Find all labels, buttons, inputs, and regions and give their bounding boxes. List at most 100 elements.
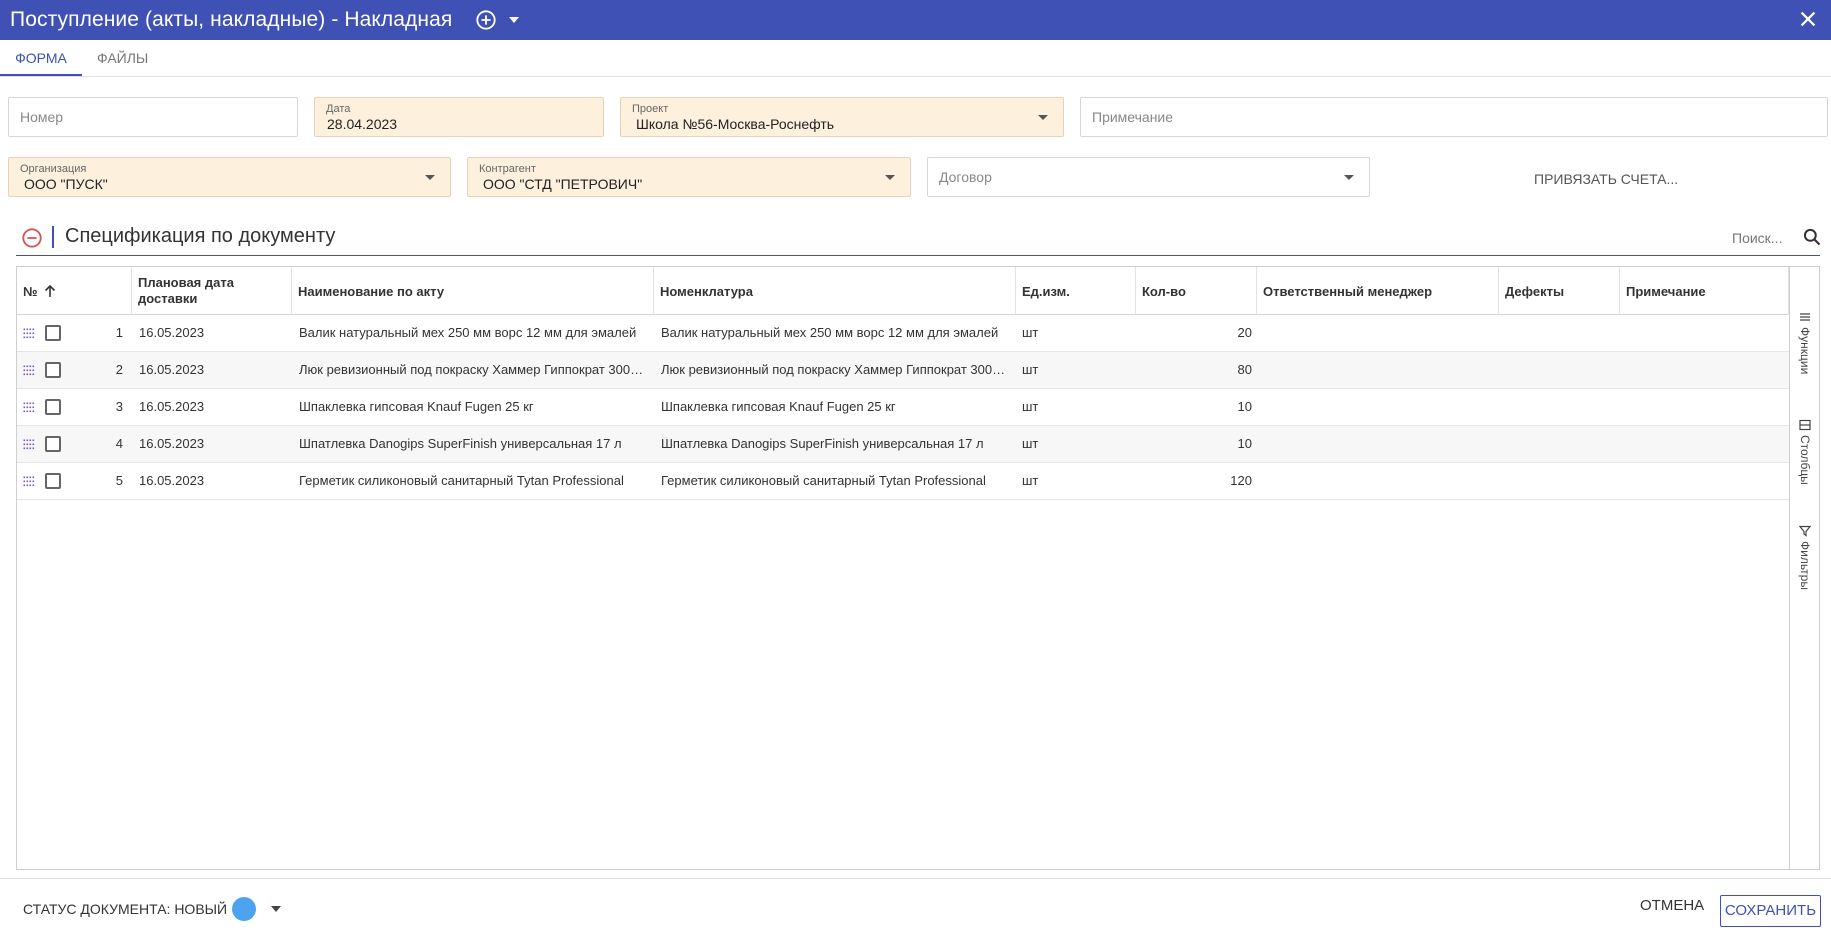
cell-note[interactable] [1626,463,1786,499]
minus-circle-icon[interactable] [21,227,43,249]
tab-form[interactable]: ФОРМА [0,40,82,76]
chevron-down-icon[interactable] [271,906,282,912]
chevron-down-icon[interactable] [885,175,895,180]
cell-manager[interactable] [1263,352,1493,388]
cell-note[interactable] [1626,315,1786,351]
chevron-down-icon[interactable] [1344,175,1354,180]
column-unit[interactable]: Ед.изм. [1016,267,1136,315]
bind-invoices-button[interactable]: ПРИВЯЗАТЬ СЧЕТА... [1534,171,1678,187]
column-unit-label: Ед.изм. [1022,283,1070,299]
cell-act-name[interactable]: Герметик силиконовый санитарный Tytan Pr… [299,463,649,499]
column-act-name[interactable]: Наименование по акту [292,267,654,315]
cell-nomenclature[interactable]: Валик натуральный мех 250 мм ворс 12 мм … [661,315,1011,351]
search-icon[interactable] [1802,227,1822,247]
cell-unit[interactable]: шт [1022,389,1132,425]
cancel-button[interactable]: ОТМЕНА [1640,897,1704,914]
column-qty[interactable]: Кол-во [1136,267,1257,315]
cell-qty[interactable]: 120 [1142,463,1252,499]
cell-manager[interactable] [1263,389,1493,425]
row-checkbox[interactable] [45,362,61,378]
table-row[interactable]: 3 16.05.2023 Шпаклевка гипсовая Knauf Fuge… [17,389,1789,426]
column-date[interactable]: Плановая дата доставки [132,267,292,315]
cell-defects[interactable] [1505,315,1615,351]
column-nomenclature[interactable]: Номенклатура [654,267,1016,315]
cell-qty[interactable]: 20 [1142,315,1252,351]
cell-defects[interactable] [1505,352,1615,388]
search-input[interactable]: Поиск... [1732,230,1782,246]
cell-act-name[interactable]: Шпатлевка Danogips SuperFinish универсал… [299,426,649,462]
cell-defects[interactable] [1505,389,1615,425]
row-checkbox[interactable] [45,436,61,452]
table-row[interactable]: 5 16.05.2023 Герметик силиконовый санитарн… [17,463,1789,500]
cell-manager[interactable] [1263,463,1493,499]
cell-act-name[interactable]: Шпаклевка гипсовая Knauf Fugen 25 кг [299,389,649,425]
cell-unit[interactable]: шт [1022,352,1132,388]
save-button[interactable]: СОХРАНИТЬ [1720,895,1821,927]
cell-nomenclature[interactable]: Шпатлевка Danogips SuperFinish универсал… [661,426,1011,462]
cell-date[interactable]: 16.05.2023 [139,463,289,499]
cell-date[interactable]: 16.05.2023 [139,426,289,462]
project-select[interactable]: Проект Школа №56-Москва-Роснефть [620,97,1064,137]
counterparty-select[interactable]: Контрагент ООО "СТД "ПЕТРОВИЧ" [467,157,911,197]
number-field[interactable]: Номер [8,97,298,137]
table-row[interactable]: 4 16.05.2023 Шпатлевка Danogips SuperFinis… [17,426,1789,463]
drag-handle-icon[interactable] [23,327,35,339]
cell-manager[interactable] [1263,426,1493,462]
date-field[interactable]: Дата 28.04.2023 [314,97,604,137]
cell-num[interactable]: 4 [67,426,123,462]
cell-note[interactable] [1626,426,1786,462]
functions-panel-button[interactable]: Функции [1794,311,1816,374]
drag-handle-icon[interactable] [23,475,35,487]
cell-unit[interactable]: шт [1022,315,1132,351]
chevron-down-icon[interactable] [509,17,520,23]
cell-manager[interactable] [1263,315,1493,351]
close-icon[interactable] [1797,8,1819,30]
document-status[interactable]: СТАТУС ДОКУМЕНТА: НОВЫЙ [23,897,282,921]
drag-handle-icon[interactable] [23,364,35,376]
column-note[interactable]: Примечание [1620,267,1789,315]
cell-num[interactable]: 1 [67,315,123,351]
columns-panel-button[interactable]: Столбцы [1794,419,1816,485]
column-act-name-label: Наименование по акту [298,283,445,299]
table-row[interactable]: 1 16.05.2023 Валик натуральный мех 250 мм … [17,315,1789,352]
filters-panel-button[interactable]: Фильтры [1794,525,1816,590]
cell-date[interactable]: 16.05.2023 [139,352,289,388]
cell-nomenclature[interactable]: Шпаклевка гипсовая Knauf Fugen 25 кг [661,389,1011,425]
cell-defects[interactable] [1505,463,1615,499]
drag-handle-icon[interactable] [23,438,35,450]
cell-act-name[interactable]: Валик натуральный мех 250 мм ворс 12 мм … [299,315,649,351]
column-manager[interactable]: Ответственный менеджер [1257,267,1499,315]
organization-select[interactable]: Организация ООО "ПУСК" [8,157,451,197]
cell-date[interactable]: 16.05.2023 [139,315,289,351]
cell-act-name[interactable]: Люк ревизионный под покраску Хаммер Гипп… [299,352,649,388]
plus-circle-icon[interactable] [475,9,497,31]
contract-select[interactable]: Договор [927,157,1370,197]
column-defects[interactable]: Дефекты [1499,267,1620,315]
chevron-down-icon[interactable] [425,175,435,180]
drag-handle-icon[interactable] [23,401,35,413]
cell-note[interactable] [1626,352,1786,388]
cell-num[interactable]: 2 [67,352,123,388]
row-checkbox[interactable] [45,473,61,489]
cell-unit[interactable]: шт [1022,426,1132,462]
arrow-up-icon[interactable] [44,284,56,298]
cell-nomenclature[interactable]: Люк ревизионный под покраску Хаммер Гипп… [661,352,1011,388]
cell-unit[interactable]: шт [1022,463,1132,499]
chevron-down-icon[interactable] [1038,115,1048,120]
column-num[interactable]: № [17,267,132,315]
table-row[interactable]: 2 16.05.2023 Люк ревизионный под покраску … [17,352,1789,389]
row-checkbox[interactable] [45,399,61,415]
cell-nomenclature[interactable]: Герметик силиконовый санитарный Tytan Pr… [661,463,1011,499]
note-field[interactable]: Примечание [1080,97,1828,137]
row-checkbox[interactable] [45,325,61,341]
tab-files[interactable]: ФАЙЛЫ [97,40,157,76]
cell-date[interactable]: 16.05.2023 [139,389,289,425]
cell-defects[interactable] [1505,426,1615,462]
window-title: Поступление (акты, накладные) - Накладна… [10,8,453,31]
cell-qty[interactable]: 10 [1142,389,1252,425]
cell-qty[interactable]: 80 [1142,352,1252,388]
cell-qty[interactable]: 10 [1142,426,1252,462]
cell-num[interactable]: 5 [67,463,123,499]
cell-note[interactable] [1626,389,1786,425]
cell-num[interactable]: 3 [67,389,123,425]
